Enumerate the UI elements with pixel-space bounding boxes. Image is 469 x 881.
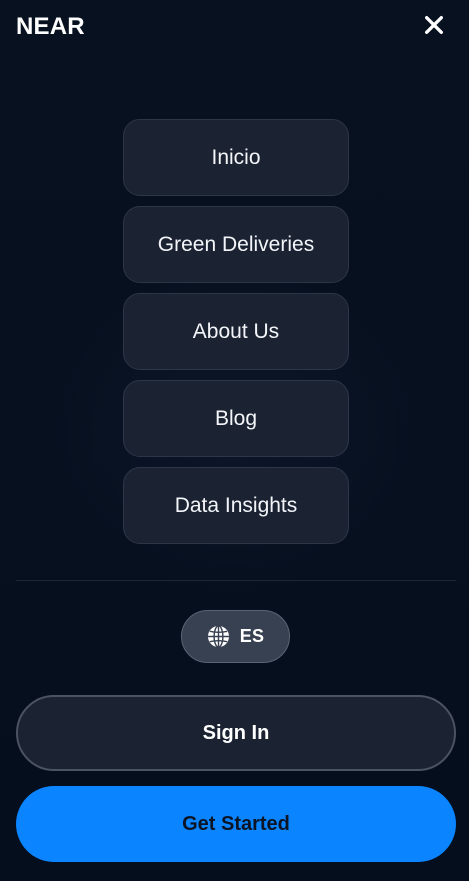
close-menu-button[interactable] <box>419 10 449 40</box>
menu-divider <box>16 580 456 581</box>
close-icon <box>425 16 443 34</box>
nav-item-green-deliveries[interactable]: Green Deliveries <box>123 206 349 283</box>
sign-in-button[interactable]: Sign In <box>16 695 456 771</box>
nav-item-inicio[interactable]: Inicio <box>123 119 349 196</box>
nav-item-data-insights[interactable]: Data Insights <box>123 467 349 544</box>
language-switcher-button[interactable]: ES <box>181 610 290 663</box>
get-started-button[interactable]: Get Started <box>16 786 456 862</box>
nav-item-blog[interactable]: Blog <box>123 380 349 457</box>
nav-item-about-us[interactable]: About Us <box>123 293 349 370</box>
menu-header: NEAR <box>0 0 469 52</box>
language-label: ES <box>239 626 265 646</box>
main-navigation: Inicio Green Deliveries About Us Blog Da… <box>123 119 349 554</box>
brand-logo-text[interactable]: NEAR <box>16 13 85 41</box>
globe-icon <box>207 625 229 648</box>
